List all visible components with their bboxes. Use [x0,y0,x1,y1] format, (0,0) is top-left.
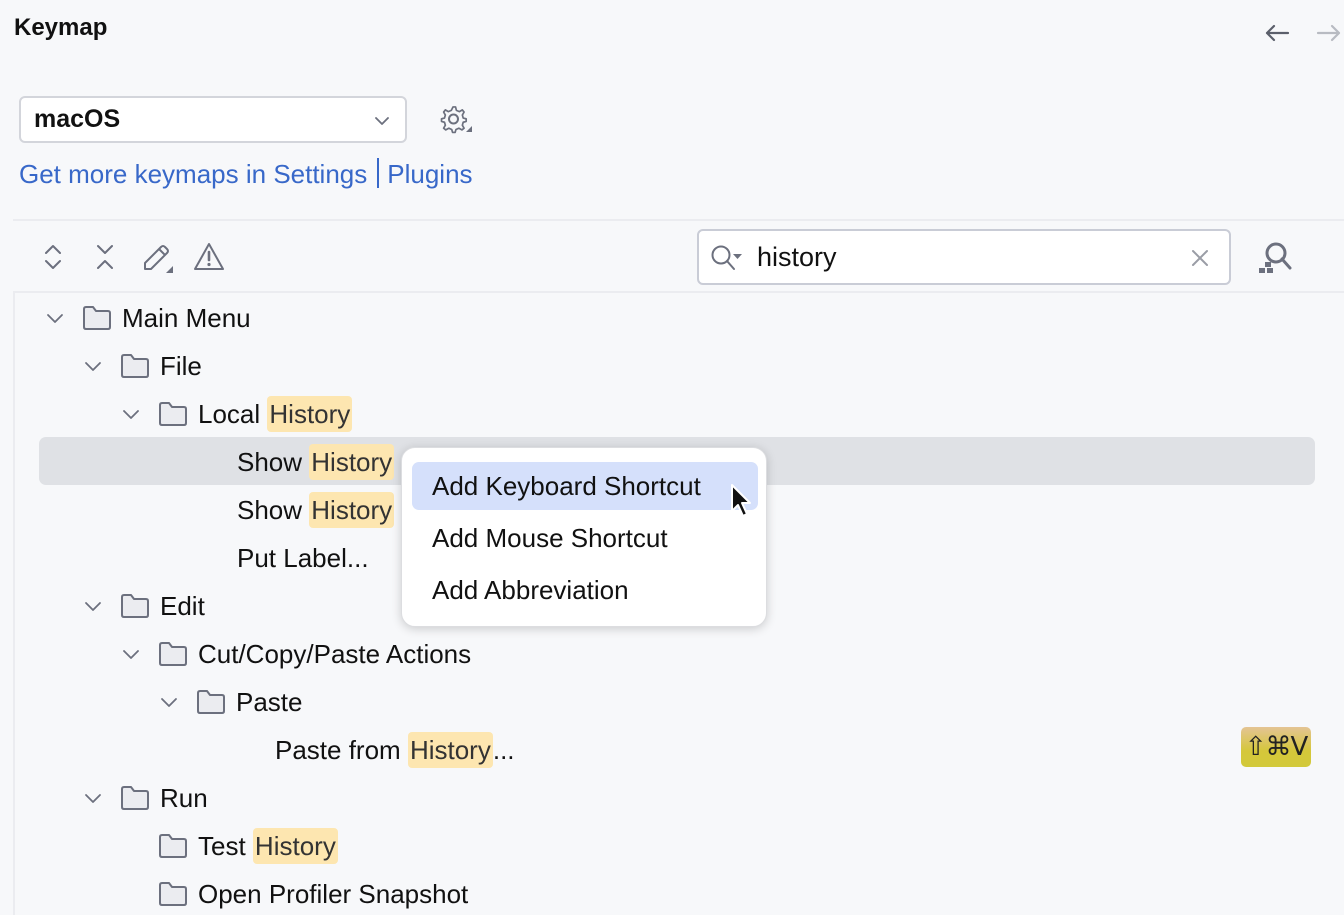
folder-icon [121,354,149,378]
tree-row-label: Run [160,783,208,814]
expand-all-icon[interactable] [36,240,70,274]
link-separator [377,158,380,188]
tree-row-label: File [160,351,202,382]
chevron-down-icon[interactable] [82,787,104,809]
edit-icon[interactable] [140,240,174,274]
label-text: Edit [160,590,205,621]
label-text: Put Label... [237,542,369,573]
tree-row[interactable]: Open Profiler Snapshot [158,870,468,915]
folder-icon [159,834,187,858]
label-text: Test [198,830,253,861]
get-more-keymaps-link[interactable]: Get more keymaps in Settings [19,159,367,189]
chevron-down-icon[interactable] [82,595,104,617]
tree-row-label: Paste [236,687,303,718]
label-text: Show [237,494,310,525]
tree-row[interactable]: Show History [237,486,395,534]
tree-row[interactable]: Paste [158,678,303,726]
tree-row-label: Put Label... [237,543,369,574]
tree-row[interactable]: File [82,342,202,390]
divider [13,219,1344,221]
tree-row[interactable]: Run [82,774,208,822]
search-input[interactable] [757,239,1177,275]
menu-item-add-abbreviation[interactable]: Add Abbreviation [412,566,758,614]
folder-icon [159,402,187,426]
label-text: Local [198,398,268,429]
label-text: Paste [236,686,303,717]
tree-row[interactable]: Put Label... [237,534,369,582]
tree-row[interactable]: Cut/Copy/Paste Actions [120,630,471,678]
label-text: Cut/Copy/Paste Actions [198,638,472,669]
search-match-highlight: History [309,491,395,528]
keymap-dropdown-value: macOS [34,105,121,133]
clear-icon[interactable] [1189,247,1211,269]
tree-row-label: Cut/Copy/Paste Actions [198,639,471,670]
arrow-right-icon[interactable] [1314,18,1344,48]
context-menu: Add Keyboard Shortcut Add Mouse Shortcut… [401,447,767,627]
label-text: Main Menu [122,302,251,333]
chevron-down-icon[interactable] [158,691,180,713]
folder-icon [159,642,187,666]
chevron-down-icon[interactable] [44,307,66,329]
chevron-down-icon[interactable] [82,355,104,377]
tree-row[interactable]: Local History [120,390,353,438]
tree-row-label: Paste from History... [275,731,515,768]
tree-row[interactable]: Show History [237,438,395,486]
arrow-left-icon[interactable] [1262,18,1292,48]
search-field[interactable] [697,229,1231,285]
tree-row-label: Show History [237,491,395,528]
folder-icon [159,882,187,906]
find-by-shortcut-icon[interactable] [1257,238,1295,276]
label-text: Open Profiler Snapshot [198,878,469,909]
page-title: Keymap [14,14,108,41]
search-match-highlight: History [309,443,395,480]
chevron-down-icon[interactable] [120,403,142,425]
tree-row-label: Show History [237,443,395,480]
chevron-down-icon[interactable] [120,643,142,665]
tree-row-label: Local History [198,395,353,432]
mouse-cursor-icon [731,484,751,517]
folder-icon [197,690,225,714]
gear-icon[interactable] [436,102,472,138]
folder-icon [121,594,149,618]
plugins-link[interactable]: Plugins [387,159,472,189]
tree-row[interactable]: Test History [158,822,338,870]
tree-row-label: Test History [198,827,338,864]
collapse-all-icon[interactable] [88,240,122,274]
tree-row-label: Open Profiler Snapshot [198,879,468,910]
tree-row-label: Main Menu [122,303,251,334]
keymap-links: Get more keymaps in Settings Plugins [19,158,473,190]
search-match-highlight: History [267,395,353,432]
search-match-highlight: History [252,827,338,864]
label-suffix: ... [492,734,515,765]
search-match-highlight: History [407,731,493,768]
warning-icon[interactable] [192,240,226,274]
tree-row[interactable]: Paste from History... [275,726,515,774]
folder-icon [83,306,111,330]
keymap-dropdown[interactable]: macOS [19,96,407,143]
tree-row[interactable]: Main Menu [44,294,251,342]
tree-row-label: Edit [160,591,205,622]
label-text: Paste from [275,734,408,765]
label-text: Show [237,446,310,477]
chevron-down-icon [375,117,389,125]
label-text: File [160,350,202,381]
shortcut-badge: ⇧⌘V [1241,727,1311,767]
folder-icon [121,786,149,810]
menu-item-add-mouse-shortcut[interactable]: Add Mouse Shortcut [412,514,758,562]
label-text: Run [160,782,208,813]
search-history-icon[interactable] [709,243,745,273]
menu-item-add-keyboard-shortcut[interactable]: Add Keyboard Shortcut [412,462,758,510]
tree-row[interactable]: Edit [82,582,205,630]
